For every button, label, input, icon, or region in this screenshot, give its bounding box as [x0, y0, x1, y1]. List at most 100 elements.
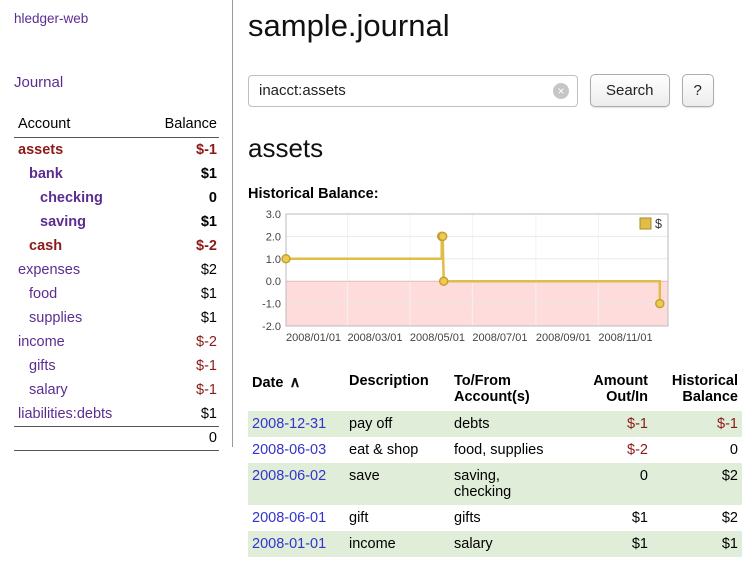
- legend-label: $: [655, 217, 662, 231]
- accounts-total: 0: [14, 426, 219, 451]
- register-cell-amount: $-2: [580, 437, 652, 463]
- page-title: sample.journal: [248, 8, 742, 44]
- register-cell-balance: $2: [652, 463, 742, 505]
- register-header-row: Date∧ Description To/From Account(s) Amo…: [248, 371, 742, 411]
- account-balance: $-2: [196, 334, 219, 350]
- search-input[interactable]: [248, 75, 578, 107]
- register-row: 2008-06-02 savesaving, checking0$2: [248, 463, 742, 505]
- register-cell-date: 2008-06-01: [248, 505, 345, 531]
- register-cell-balance: 0: [652, 437, 742, 463]
- search-box: ×: [248, 75, 578, 107]
- account-link[interactable]: assets: [14, 142, 63, 158]
- register-cell-accounts: food, supplies: [450, 437, 580, 463]
- account-balance: $1: [201, 286, 219, 302]
- register-cell-accounts: saving, checking: [450, 463, 580, 505]
- data-point-marker: [440, 277, 448, 285]
- register-cell-balance: $2: [652, 505, 742, 531]
- register-cell-date: 2008-12-31: [248, 411, 345, 437]
- sidebar: hledger-web Journal Account Balance asse…: [0, 0, 233, 447]
- account-link[interactable]: cash: [14, 238, 62, 254]
- register-row: 2008-06-01 giftgifts$1$2: [248, 505, 742, 531]
- x-tick-label: 2008/09/01: [536, 332, 591, 344]
- account-heading: assets: [248, 133, 742, 164]
- account-balance: $1: [201, 406, 219, 422]
- transaction-date-link[interactable]: 2008-06-01: [252, 510, 326, 526]
- data-point-marker: [656, 300, 664, 308]
- register-cell-amount: $1: [580, 505, 652, 531]
- clear-search-icon[interactable]: ×: [553, 83, 569, 99]
- register-header-amount: Amount Out/In: [580, 371, 652, 411]
- y-tick-label: -2.0: [262, 321, 281, 333]
- register-cell-accounts: gifts: [450, 505, 580, 531]
- accounts-header-balance: Balance: [165, 116, 217, 132]
- account-link[interactable]: saving: [14, 214, 86, 230]
- legend-swatch: [640, 218, 651, 229]
- y-tick-label: 3.0: [266, 209, 281, 221]
- data-point-marker: [439, 232, 447, 240]
- account-link[interactable]: food: [14, 286, 57, 302]
- transaction-date-link[interactable]: 2008-06-03: [252, 442, 326, 458]
- data-point-marker: [282, 255, 290, 263]
- account-link[interactable]: bank: [14, 166, 63, 182]
- transaction-date-link[interactable]: 2008-01-01: [252, 536, 326, 552]
- register-row: 2008-06-03 eat & shopfood, supplies$-20: [248, 437, 742, 463]
- register-cell-amount: $-1: [580, 411, 652, 437]
- register-header-date[interactable]: Date∧: [248, 371, 345, 411]
- register-cell-balance: $1: [652, 531, 742, 557]
- accounts-panel: Account Balance assets$-1bank$1checking0…: [14, 113, 219, 451]
- register-cell-date: 2008-06-02: [248, 463, 345, 505]
- account-link[interactable]: checking: [14, 190, 103, 206]
- register-header-accounts: To/From Account(s): [450, 371, 580, 411]
- help-button[interactable]: ?: [682, 74, 714, 107]
- search-button[interactable]: Search: [590, 74, 670, 107]
- account-link[interactable]: expenses: [14, 262, 80, 278]
- register-cell-balance: $-1: [652, 411, 742, 437]
- balance-chart-svg: 2008/01/012008/03/012008/05/012008/07/01…: [248, 206, 680, 352]
- account-row: food $1: [14, 282, 219, 306]
- y-tick-label: -1.0: [262, 299, 281, 311]
- x-tick-label: 2008/01/01: [286, 332, 341, 344]
- register-cell-description: save: [345, 463, 450, 505]
- balance-chart: 2008/01/012008/03/012008/05/012008/07/01…: [248, 206, 742, 357]
- account-balance: $-1: [196, 358, 219, 374]
- account-row: assets $-1: [14, 138, 219, 162]
- account-link[interactable]: gifts: [14, 358, 56, 374]
- register-cell-amount: $1: [580, 531, 652, 557]
- account-balance: $-2: [196, 238, 219, 254]
- chart-title: Historical Balance:: [248, 186, 742, 202]
- sort-ascending-icon[interactable]: ∧: [289, 374, 300, 391]
- transaction-date-link[interactable]: 2008-12-31: [252, 416, 326, 432]
- register-cell-description: pay off: [345, 411, 450, 437]
- account-balance: $1: [201, 310, 219, 326]
- account-row: bank$1: [14, 162, 219, 186]
- y-tick-label: 1.0: [266, 254, 281, 266]
- account-row: supplies $1: [14, 306, 219, 330]
- y-tick-label: 2.0: [266, 231, 281, 243]
- sidebar-item-journal[interactable]: Journal: [14, 74, 232, 91]
- account-row: salary $-1: [14, 378, 219, 402]
- main-content: sample.journal × Search ? assets Histori…: [248, 0, 742, 557]
- accounts-header-account: Account: [18, 116, 70, 132]
- register-cell-amount: 0: [580, 463, 652, 505]
- register-cell-description: eat & shop: [345, 437, 450, 463]
- register-row: 2008-01-01incomesalary$1$1: [248, 531, 742, 557]
- transaction-date-link[interactable]: 2008-06-02: [252, 468, 326, 484]
- register-cell-description: gift: [345, 505, 450, 531]
- account-link[interactable]: salary: [14, 382, 68, 398]
- account-link[interactable]: liabilities:debts: [14, 406, 112, 422]
- account-balance: $-1: [196, 142, 219, 158]
- account-balance: $-1: [196, 382, 219, 398]
- account-link[interactable]: income: [14, 334, 65, 350]
- register-header-balance: Historical Balance: [652, 371, 742, 411]
- account-balance: $1: [201, 214, 219, 230]
- account-balance: 0: [209, 190, 219, 206]
- account-link[interactable]: supplies: [14, 310, 82, 326]
- register-cell-date: 2008-06-03: [248, 437, 345, 463]
- account-row: liabilities:debts $1: [14, 402, 219, 426]
- account-row: cash $-2: [14, 234, 219, 258]
- app-title-link[interactable]: hledger-web: [14, 11, 88, 26]
- register-cell-description: income: [345, 531, 450, 557]
- register-table: Date∧ Description To/From Account(s) Amo…: [248, 371, 742, 557]
- x-tick-label: 2008/11/01: [598, 332, 652, 344]
- register-header-description: Description: [345, 371, 450, 411]
